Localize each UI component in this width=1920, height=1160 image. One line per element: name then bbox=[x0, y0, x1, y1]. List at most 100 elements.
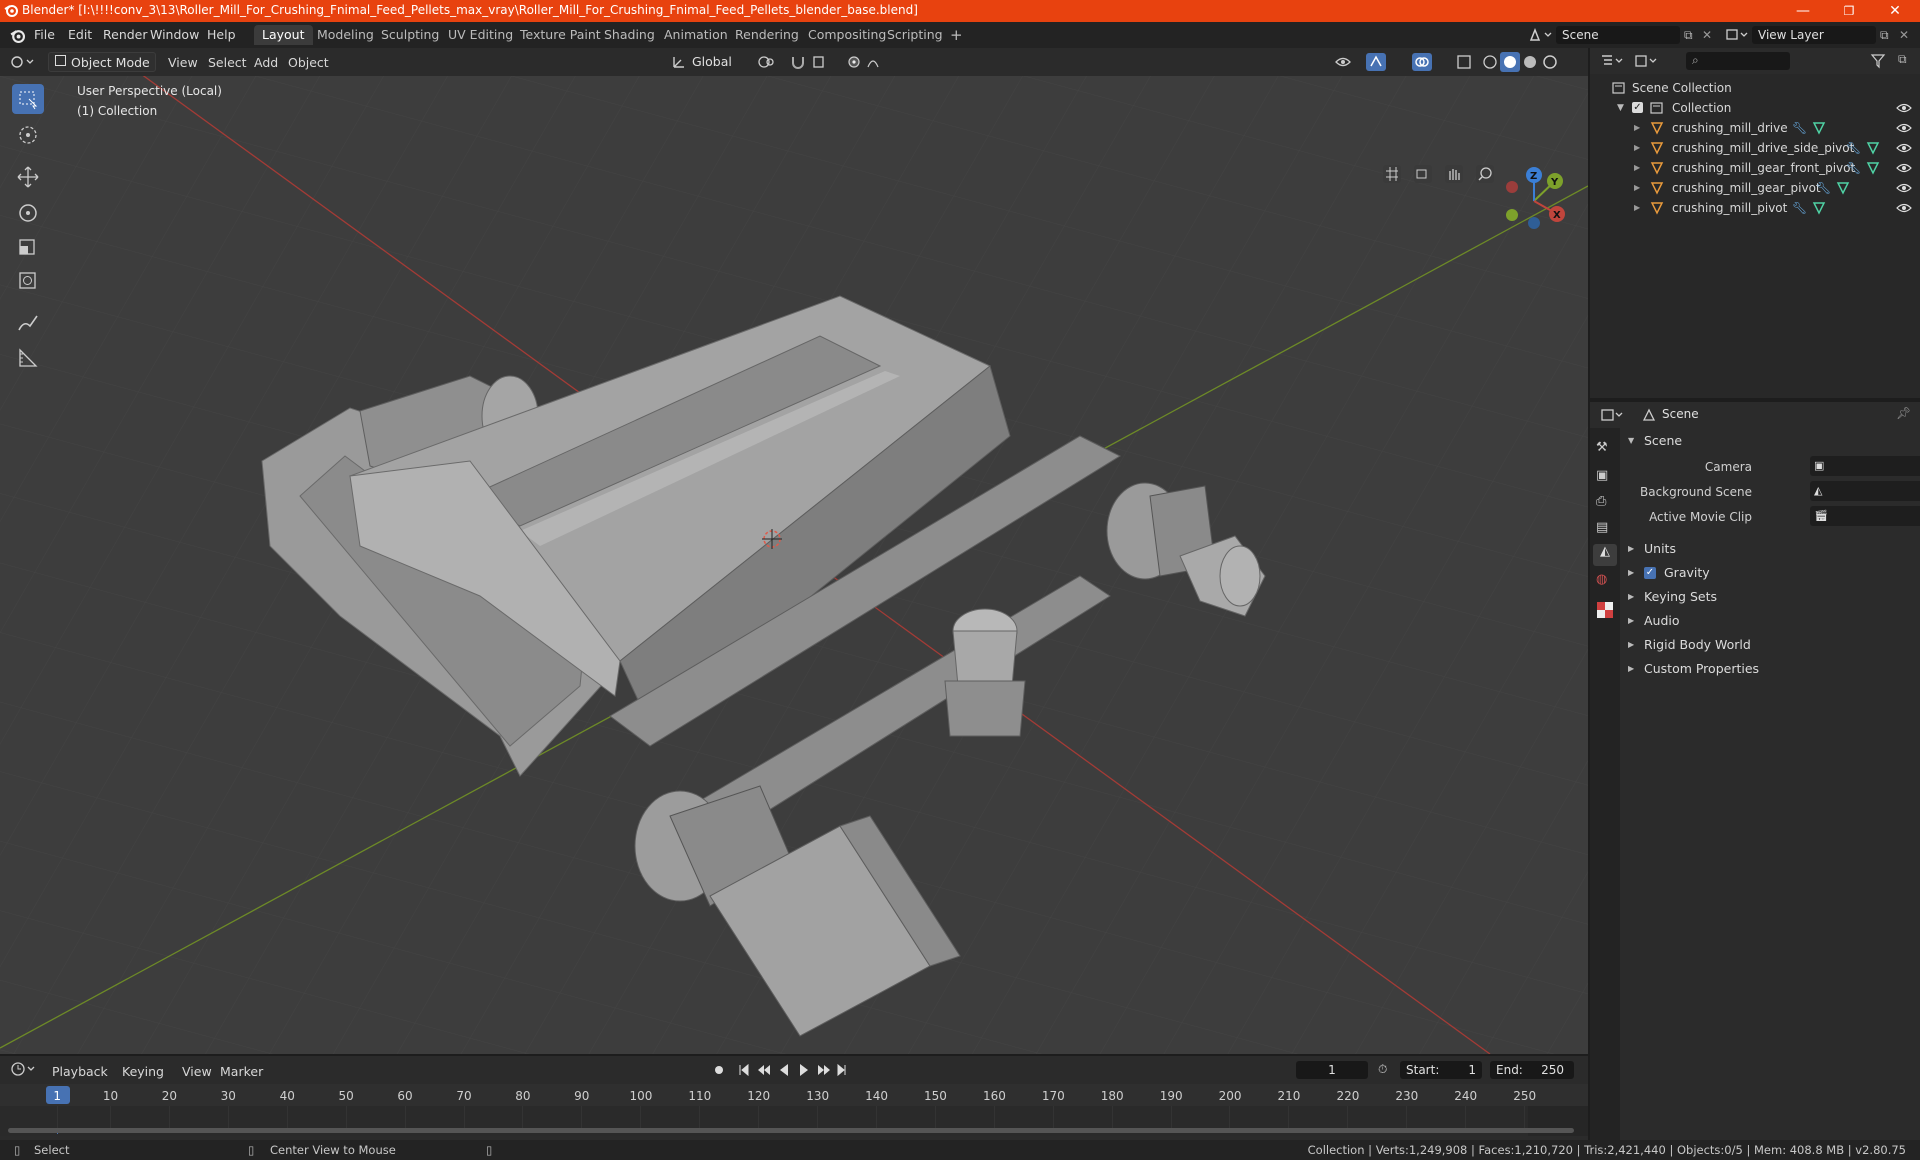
play-reverse-icon[interactable] bbox=[780, 1064, 788, 1076]
modifier-wrench-icon[interactable]: 🔧︎ bbox=[1792, 198, 1807, 218]
overlays-toggle-icon[interactable] bbox=[1412, 53, 1448, 71]
pan-hand-icon[interactable] bbox=[1445, 165, 1463, 183]
restore-button[interactable]: ❐ bbox=[1826, 0, 1872, 22]
minimize-button[interactable]: — bbox=[1780, 0, 1826, 22]
outliner-object-row[interactable]: ▶ crushing_mill_pivot 🔧︎ bbox=[1590, 198, 1920, 218]
rigid-body-world-panel-header[interactable]: ▶ Rigid Body World bbox=[1628, 634, 1920, 656]
eye-icon[interactable] bbox=[1896, 162, 1912, 174]
xray-toggle-icon[interactable] bbox=[1456, 54, 1472, 70]
collapse-arrow-icon[interactable]: ▼ bbox=[1617, 98, 1624, 118]
mesh-data-icon[interactable] bbox=[1812, 121, 1826, 135]
eye-icon[interactable] bbox=[1896, 182, 1912, 194]
outliner-row-collection[interactable]: ▼ ✓ Collection bbox=[1590, 98, 1920, 118]
modifier-wrench-icon[interactable]: 🔧︎ bbox=[1846, 158, 1861, 178]
record-icon[interactable] bbox=[715, 1066, 723, 1074]
eye-icon[interactable] bbox=[1896, 122, 1912, 134]
units-panel-header[interactable]: ▶ Units bbox=[1628, 538, 1920, 560]
collection-checkbox[interactable]: ✓ bbox=[1632, 102, 1643, 113]
current-frame-field[interactable]: 1 bbox=[1296, 1061, 1368, 1079]
timeline-scrollbar[interactable] bbox=[8, 1128, 1574, 1133]
expand-arrow-icon[interactable]: ▶ bbox=[1634, 158, 1640, 178]
menu-edit[interactable]: Edit bbox=[68, 27, 92, 42]
expand-arrow-icon[interactable]: ▶ bbox=[1634, 138, 1640, 158]
display-mode-icon[interactable] bbox=[1634, 53, 1660, 69]
snap-icon[interactable] bbox=[790, 54, 834, 70]
tab-sculpting[interactable]: Sculpting bbox=[373, 25, 447, 45]
measure-tool[interactable] bbox=[12, 342, 44, 372]
view-layer-field[interactable]: View Layer bbox=[1752, 26, 1876, 44]
tool-tab-icon[interactable]: ⚒ bbox=[1596, 440, 1614, 458]
background-scene-field[interactable]: ◭ bbox=[1810, 481, 1920, 501]
new-scene-icon[interactable]: ⧉ bbox=[1684, 28, 1693, 43]
menu-render[interactable]: Render bbox=[103, 27, 148, 42]
outliner-editor-icon[interactable] bbox=[1600, 53, 1626, 69]
keying-menu[interactable]: Keying bbox=[122, 1062, 164, 1081]
new-view-layer-icon[interactable]: ⧉ bbox=[1880, 28, 1889, 43]
view-layer-icon[interactable] bbox=[1724, 27, 1750, 43]
mesh-data-icon[interactable] bbox=[1812, 201, 1826, 215]
jump-start-icon[interactable] bbox=[739, 1063, 749, 1077]
shading-mode-icons[interactable] bbox=[1480, 52, 1568, 72]
mesh-data-icon[interactable] bbox=[1866, 141, 1880, 155]
active-movie-clip-field[interactable]: 🎬︎ bbox=[1810, 506, 1920, 526]
filter-icon[interactable] bbox=[1870, 53, 1894, 69]
scene-name-field[interactable]: Scene bbox=[1556, 26, 1680, 44]
camera-field[interactable]: ▣ ✎ bbox=[1810, 456, 1920, 476]
menu-select[interactable]: Select bbox=[208, 53, 247, 72]
outliner-object-row[interactable]: ▶ crushing_mill_drive 🔧︎ bbox=[1590, 118, 1920, 138]
tab-rendering[interactable]: Rendering bbox=[727, 25, 807, 45]
gravity-checkbox[interactable]: ✓ bbox=[1644, 567, 1656, 579]
expand-arrow-icon[interactable]: ▶ bbox=[1634, 178, 1640, 198]
end-frame-field[interactable]: End: 250 bbox=[1490, 1061, 1574, 1079]
expand-arrow-icon[interactable]: ▶ bbox=[1634, 118, 1640, 138]
outliner-object-row[interactable]: ▶ crushing_mill_drive_side_pivot 🔧︎ bbox=[1590, 138, 1920, 158]
modifier-wrench-icon[interactable]: 🔧︎ bbox=[1816, 178, 1831, 198]
output-tab-icon[interactable]: ⎙ bbox=[1596, 494, 1614, 512]
editor-type-icon[interactable] bbox=[10, 54, 36, 70]
proportional-editing-icon[interactable] bbox=[846, 54, 890, 70]
tab-modeling[interactable]: Modeling bbox=[309, 25, 382, 45]
tab-layout[interactable]: Layout bbox=[254, 25, 313, 45]
pin-icon[interactable]: 📌︎ bbox=[1896, 406, 1911, 420]
audio-panel-header[interactable]: ▶ Audio bbox=[1628, 610, 1920, 632]
outliner-object-row[interactable]: ▶ crushing_mill_gear_front_pivot 🔧︎ bbox=[1590, 158, 1920, 178]
keying-sets-panel-header[interactable]: ▶ Keying Sets bbox=[1628, 586, 1920, 608]
visibility-icon[interactable] bbox=[1334, 54, 1362, 70]
transform-tool[interactable] bbox=[12, 266, 44, 296]
scale-tool[interactable] bbox=[12, 232, 44, 262]
view-menu[interactable]: View bbox=[182, 1062, 212, 1081]
close-button[interactable]: ✕ bbox=[1872, 0, 1918, 22]
timeline-editor-icon[interactable] bbox=[10, 1061, 38, 1077]
menu-add[interactable]: Add bbox=[254, 53, 278, 72]
3d-viewport[interactable]: Y Z X User Perspective (Local) (1) Colle… bbox=[0, 76, 1588, 1054]
texture-tab-icon[interactable] bbox=[1597, 602, 1613, 618]
menu-file[interactable]: File bbox=[34, 27, 55, 42]
outliner-object-row[interactable]: ▶ crushing_mill_gear_pivot 🔧︎ bbox=[1590, 178, 1920, 198]
world-tab-icon[interactable]: ◍ bbox=[1596, 572, 1614, 590]
play-icon[interactable] bbox=[800, 1064, 808, 1076]
next-keyframe-icon[interactable] bbox=[818, 1065, 830, 1075]
menu-object[interactable]: Object bbox=[288, 53, 329, 72]
scene-tab-icon[interactable]: ◭ bbox=[1593, 544, 1617, 566]
tab-shading[interactable]: Shading bbox=[596, 25, 663, 45]
jump-end-icon[interactable] bbox=[837, 1063, 846, 1077]
view-layer-tab-icon[interactable]: ▤ bbox=[1596, 520, 1614, 538]
custom-properties-panel-header[interactable]: ▶ Custom Properties bbox=[1628, 658, 1920, 680]
start-frame-field[interactable]: Start: 1 bbox=[1400, 1061, 1482, 1079]
annotate-tool[interactable] bbox=[12, 308, 44, 338]
eye-icon[interactable] bbox=[1896, 102, 1912, 114]
cursor-tool[interactable] bbox=[12, 120, 44, 150]
grid-view-icon[interactable] bbox=[1383, 165, 1401, 183]
select-box-tool[interactable] bbox=[12, 84, 44, 114]
modifier-wrench-icon[interactable]: 🔧︎ bbox=[1792, 118, 1807, 138]
prev-keyframe-icon[interactable] bbox=[758, 1065, 770, 1075]
delete-view-layer-icon[interactable]: ✕ bbox=[1899, 28, 1909, 42]
outliner-search-input[interactable] bbox=[1686, 52, 1790, 70]
tab-uv-editing[interactable]: UV Editing bbox=[440, 25, 521, 45]
mesh-data-icon[interactable] bbox=[1836, 181, 1850, 195]
gizmo-toggle-icon[interactable] bbox=[1366, 53, 1402, 71]
eye-icon[interactable] bbox=[1896, 202, 1912, 214]
tab-scripting[interactable]: Scripting bbox=[879, 25, 951, 45]
move-tool[interactable] bbox=[12, 162, 44, 192]
scene-selector-icon[interactable] bbox=[1528, 27, 1554, 43]
